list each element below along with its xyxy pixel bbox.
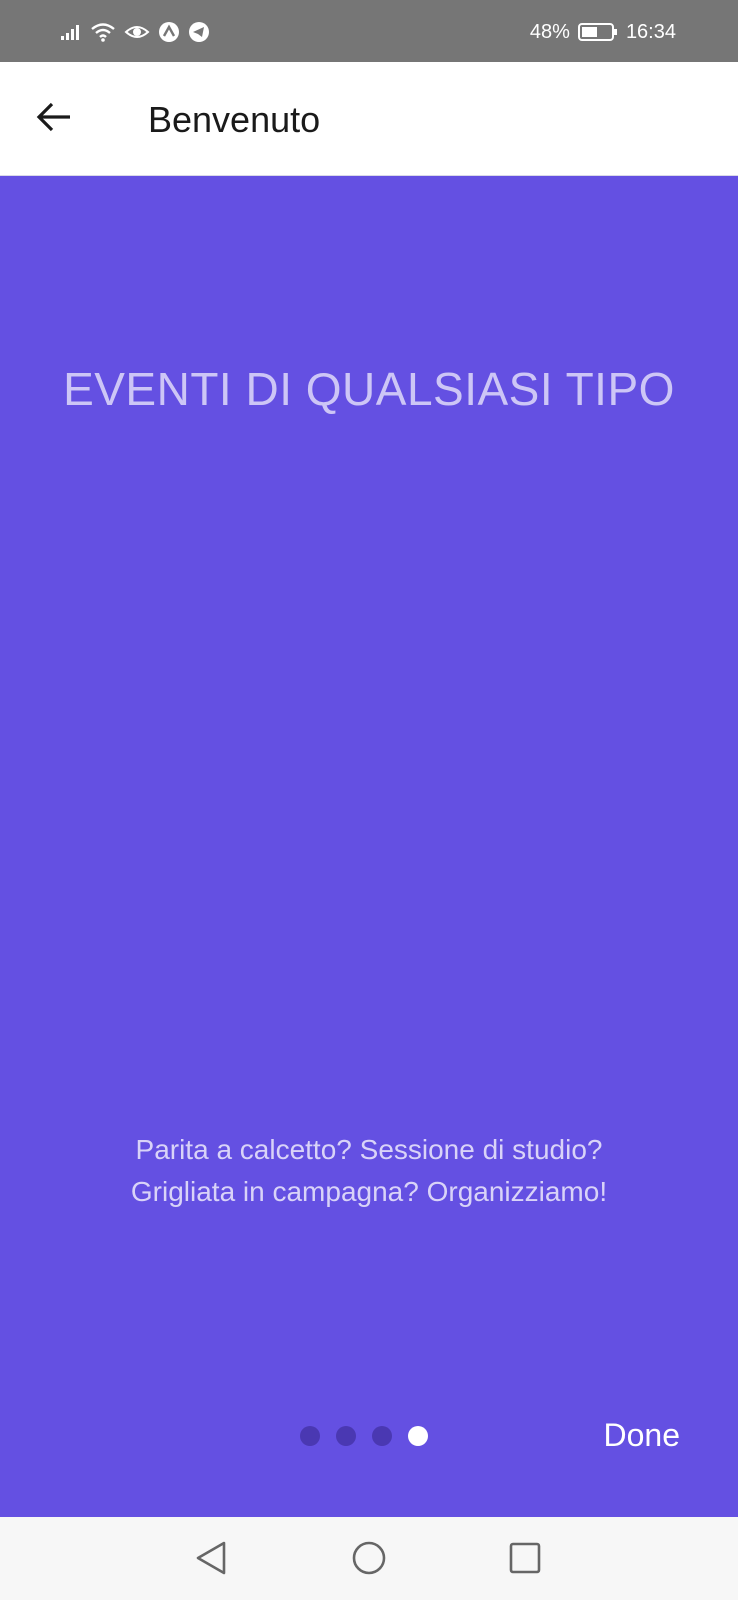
page-indicator <box>300 1425 428 1447</box>
slide-title: EVENTI DI QUALSIASI TIPO <box>63 363 675 415</box>
page-dot[interactable] <box>300 1426 320 1446</box>
arrow-left-icon <box>36 102 72 137</box>
nav-back-button[interactable] <box>186 1535 236 1585</box>
slide-description-line: Grigliata in campagna? Organizziamo! <box>130 1176 608 1207</box>
onboarding-slide[interactable]: EVENTI DI QUALSIASI TIPO Parita a calcet… <box>0 177 738 1517</box>
telegram-icon <box>188 21 210 43</box>
nav-recents-button[interactable] <box>500 1535 550 1585</box>
page-dot[interactable] <box>336 1426 356 1446</box>
clock: 16:34 <box>625 20 676 43</box>
home-circle-icon <box>351 1540 387 1581</box>
arrow-app-icon <box>158 21 180 43</box>
status-bar: 48% 16:34 <box>0 0 738 62</box>
status-icons-right: 48% 16:34 <box>530 18 676 46</box>
app-bar: Benvenuto <box>0 62 738 176</box>
page-dot-active[interactable] <box>408 1426 428 1446</box>
eye-icon <box>124 22 150 42</box>
slide-description-line: Parita a calcetto? Sessione di studio? <box>135 1134 603 1165</box>
slide-description: Parita a calcetto? Sessione di studio? G… <box>60 1129 678 1213</box>
done-button[interactable]: Done <box>604 1413 681 1457</box>
battery-percent: 48% <box>529 20 570 43</box>
signal-icon <box>60 23 82 41</box>
battery-icon <box>577 22 618 42</box>
recents-square-icon <box>508 1541 542 1580</box>
wifi-icon <box>90 22 116 42</box>
nav-home-button[interactable] <box>344 1535 394 1585</box>
page-dot[interactable] <box>372 1426 392 1446</box>
back-button[interactable] <box>26 91 82 147</box>
system-nav-bar <box>0 1517 738 1600</box>
status-icons-left <box>60 20 210 44</box>
back-triangle-icon <box>194 1540 228 1581</box>
page-title: Benvenuto <box>148 99 321 140</box>
